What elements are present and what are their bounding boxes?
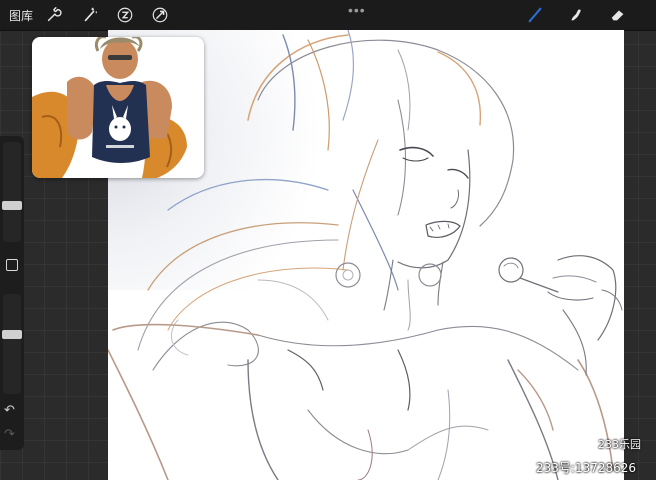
undo-button[interactable]: ↶ bbox=[4, 402, 15, 418]
left-sidebar: ↶ ↷ bbox=[0, 136, 24, 450]
more-options-handle[interactable]: ••• bbox=[348, 2, 366, 18]
watermark-logo: 233乐园 bbox=[598, 438, 641, 451]
brush-size-slider[interactable] bbox=[3, 142, 21, 242]
magic-wand-icon[interactable] bbox=[79, 5, 101, 25]
gallery-button[interactable]: 图库 bbox=[9, 7, 33, 24]
redo-button[interactable]: ↷ bbox=[4, 426, 15, 442]
opacity-slider-thumb[interactable] bbox=[2, 330, 22, 340]
smudge-icon[interactable] bbox=[565, 5, 587, 25]
watermark-id: 233号:13728626 bbox=[536, 461, 637, 475]
transform-icon[interactable] bbox=[149, 5, 171, 25]
top-toolbar: 图库 ••• bbox=[0, 0, 656, 31]
brush-size-slider-thumb[interactable] bbox=[2, 201, 22, 211]
reference-window[interactable] bbox=[32, 37, 204, 178]
reference-image bbox=[32, 37, 187, 178]
selection-icon[interactable] bbox=[114, 5, 136, 25]
brush-icon[interactable] bbox=[524, 5, 546, 25]
eraser-icon[interactable] bbox=[607, 5, 629, 25]
modify-button[interactable] bbox=[6, 259, 18, 271]
wrench-icon[interactable] bbox=[43, 5, 65, 25]
opacity-slider[interactable] bbox=[3, 294, 21, 394]
